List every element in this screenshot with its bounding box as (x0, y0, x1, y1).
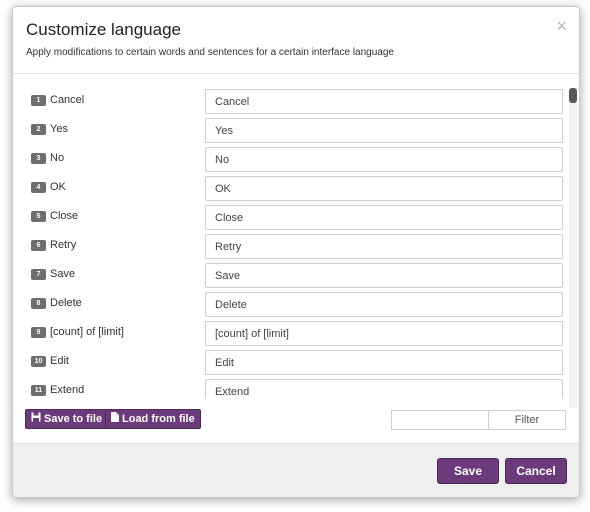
row-label-text: Yes (50, 123, 68, 135)
save-to-file-label: Save to file (44, 413, 103, 425)
row-label: 9 [count] of [limit] (31, 326, 124, 338)
row-label: 2 Yes (31, 123, 68, 135)
row-label-text: [count] of [limit] (50, 326, 124, 338)
row-number-badge: 2 (31, 124, 46, 135)
row-number-badge: 8 (31, 298, 46, 309)
row-label-text: Extend (50, 384, 85, 396)
row-label-text: Edit (50, 355, 69, 367)
cancel-button[interactable]: Cancel (505, 458, 567, 484)
translation-row: 3 No (13, 147, 579, 176)
translation-input[interactable] (205, 321, 563, 346)
translation-input[interactable] (205, 89, 563, 114)
row-label-text: Cancel (50, 94, 85, 106)
row-label-text: No (50, 152, 65, 164)
translation-input[interactable] (205, 147, 563, 172)
scrollbar-thumb[interactable] (569, 88, 577, 103)
translation-row: 5 Close (13, 205, 579, 234)
row-label-text: OK (50, 181, 66, 193)
translation-row: 4 OK (13, 176, 579, 205)
row-label-text: Delete (50, 297, 82, 309)
translation-row: 9 [count] of [limit] (13, 321, 579, 350)
translation-row: 10 Edit (13, 350, 579, 379)
translation-input[interactable] (205, 379, 563, 399)
translation-input[interactable] (205, 263, 563, 288)
row-number-badge: 10 (31, 356, 46, 367)
row-label: 3 No (31, 152, 64, 164)
translation-row: 2 Yes (13, 118, 579, 147)
translation-row: 8 Delete (13, 292, 579, 321)
translation-input[interactable] (205, 292, 563, 317)
dialog-footer: Save Cancel (13, 443, 579, 497)
translation-list[interactable]: 1 Cancel 2 Yes 3 No 4 OK 5 Close 6 Retry (13, 89, 579, 399)
floppy-disk-icon (31, 411, 41, 429)
row-label: 6 Retry (31, 239, 76, 251)
dialog-header: Customize language Apply modifications t… (13, 7, 579, 74)
translation-row: 11 Extend (13, 379, 579, 399)
row-label: 11 Extend (31, 384, 84, 396)
row-number-badge: 5 (31, 211, 46, 222)
save-button[interactable]: Save (437, 458, 499, 484)
row-number-badge: 9 (31, 327, 46, 338)
row-number-badge: 6 (31, 240, 46, 251)
row-number-badge: 3 (31, 153, 46, 164)
list-scrollbar[interactable] (569, 88, 577, 408)
row-label-text: Close (50, 210, 79, 222)
translation-input[interactable] (205, 234, 563, 259)
load-from-file-button[interactable]: Load from file (105, 409, 201, 429)
row-number-badge: 1 (31, 95, 46, 106)
dialog-subtitle: Apply modifications to certain words and… (26, 47, 394, 58)
file-icon (111, 411, 119, 429)
filter-input[interactable] (391, 410, 488, 430)
row-label: 1 Cancel (31, 94, 84, 106)
dialog-body: 1 Cancel 2 Yes 3 No 4 OK 5 Close 6 Retry (13, 74, 579, 440)
translation-row: 6 Retry (13, 234, 579, 263)
row-label: 5 Close (31, 210, 78, 222)
translation-input[interactable] (205, 350, 563, 375)
row-label: 7 Save (31, 268, 75, 280)
row-label: 10 Edit (31, 355, 69, 367)
row-number-badge: 11 (31, 385, 46, 396)
translation-input[interactable] (205, 118, 563, 143)
translation-row: 1 Cancel (13, 89, 579, 118)
load-from-file-label: Load from file (122, 413, 195, 425)
row-label: 8 Delete (31, 297, 82, 309)
row-label-text: Retry (50, 239, 77, 251)
dialog-title: Customize language (26, 20, 181, 39)
row-number-badge: 4 (31, 182, 46, 193)
row-label: 4 OK (31, 181, 66, 193)
row-label-text: Save (50, 268, 76, 280)
row-number-badge: 7 (31, 269, 46, 280)
close-icon[interactable]: × (556, 17, 567, 35)
translation-row: 7 Save (13, 263, 579, 292)
filter-button[interactable]: Filter (488, 410, 566, 430)
customize-language-dialog: Customize language Apply modifications t… (12, 6, 580, 498)
save-to-file-button[interactable]: Save to file (25, 409, 109, 429)
translation-input[interactable] (205, 205, 563, 230)
translation-input[interactable] (205, 176, 563, 201)
